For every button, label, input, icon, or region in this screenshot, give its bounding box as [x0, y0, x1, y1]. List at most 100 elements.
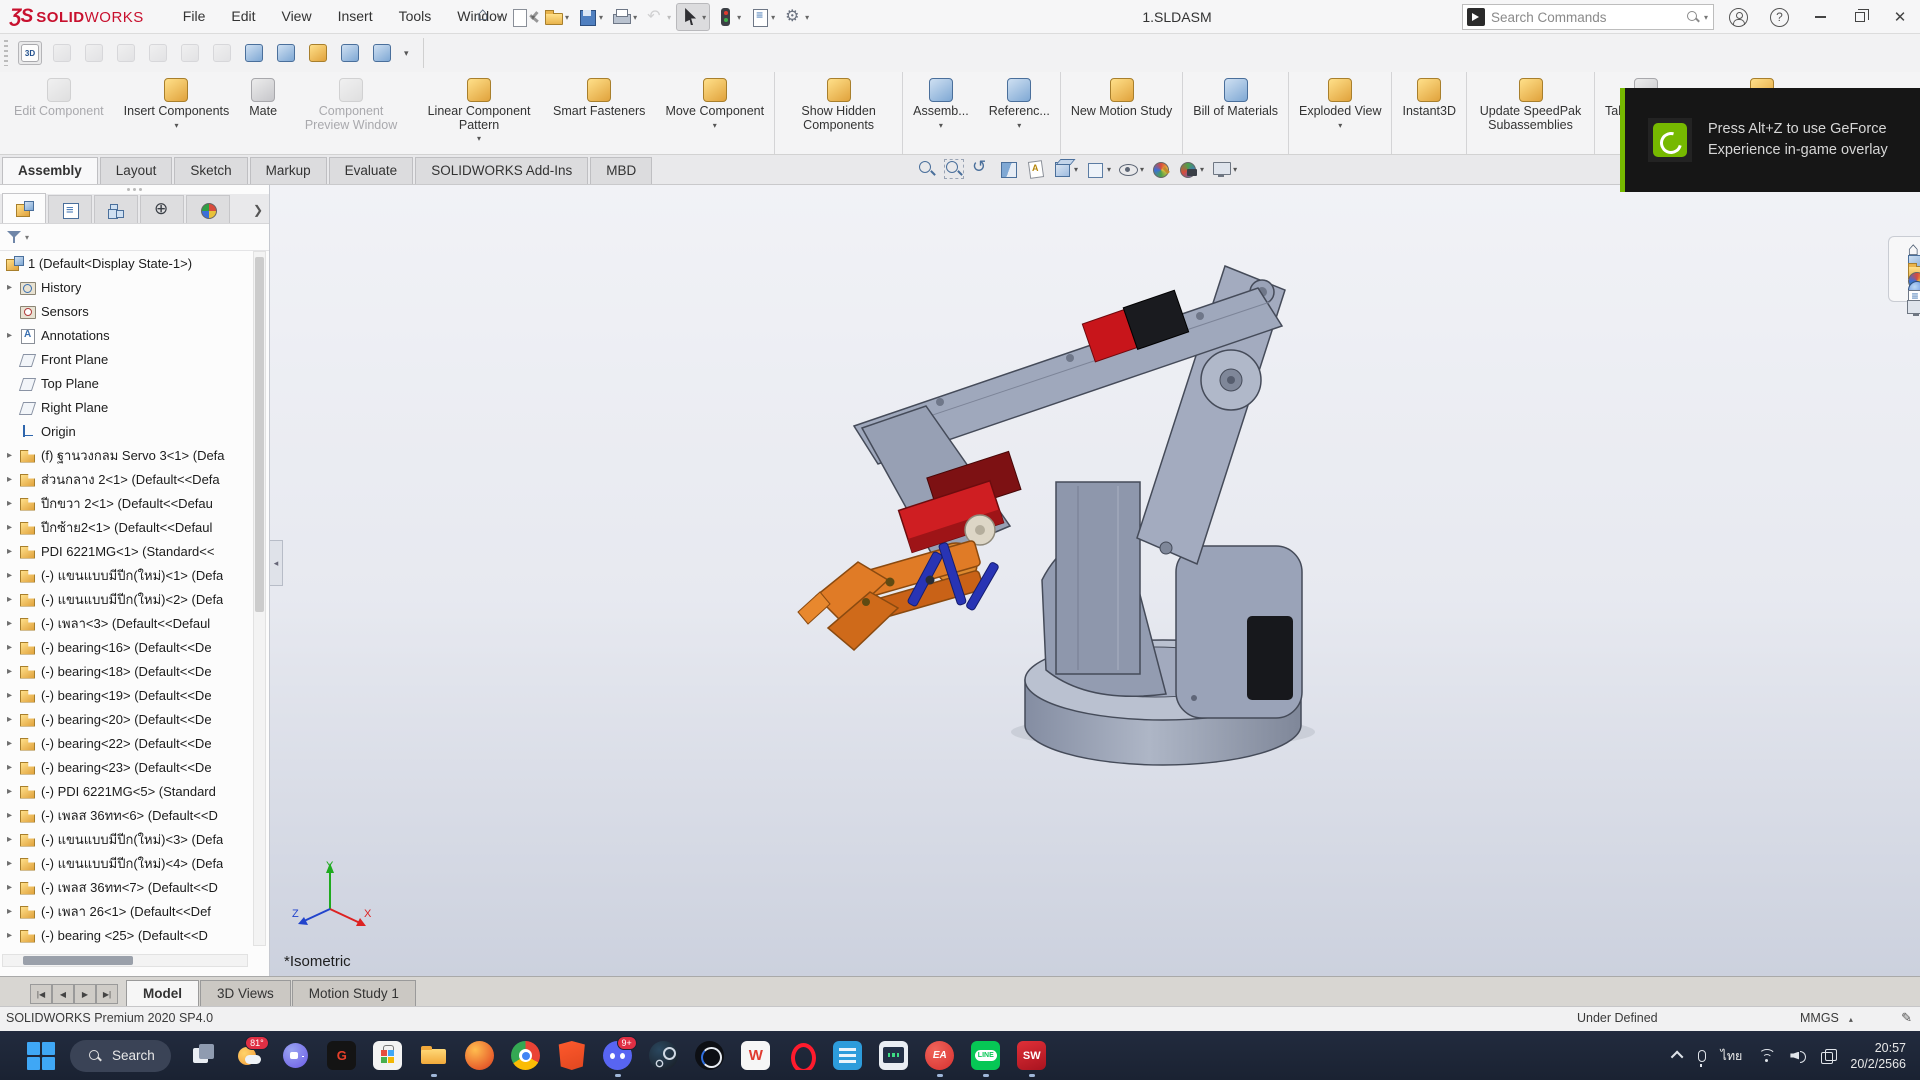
- tree-item[interactable]: ▸ (-) bearing<23> (Default<<De: [0, 755, 250, 779]
- expand-arrow-icon[interactable]: ▸: [7, 474, 19, 485]
- line[interactable]: LINE: [963, 1033, 1009, 1079]
- select-button[interactable]: ▾: [676, 3, 710, 31]
- snip-layers-icon[interactable]: [1821, 1049, 1835, 1063]
- toolbar-grip[interactable]: [4, 40, 8, 66]
- ribbon-button[interactable]: Assemb... ▾: [902, 72, 979, 154]
- new-document-button[interactable]: ▾: [506, 4, 538, 30]
- first-tab-button[interactable]: |◀: [30, 984, 52, 1004]
- home-button[interactable]: ▾: [472, 4, 504, 30]
- dropdown-caret-icon[interactable]: ▾: [939, 121, 943, 130]
- file-explorer[interactable]: [411, 1033, 457, 1079]
- expand-arrow-icon[interactable]: ▸: [7, 666, 19, 677]
- expand-arrow-icon[interactable]: ▸: [7, 690, 19, 701]
- tool-12[interactable]: [370, 41, 394, 65]
- dropdown-caret-icon[interactable]: ▾: [599, 13, 603, 22]
- expand-arrow-icon[interactable]: ▸: [7, 642, 19, 653]
- dropdown-caret-icon[interactable]: ▾: [737, 13, 741, 22]
- notepad[interactable]: [825, 1033, 871, 1079]
- previous-view[interactable]: ▾: [969, 157, 993, 181]
- dropdown-caret-icon[interactable]: ▾: [702, 13, 706, 22]
- dropdown-caret-icon[interactable]: ▾: [805, 13, 809, 22]
- toolbar-overflow-caret-icon[interactable]: ▾: [404, 48, 409, 59]
- ribbon-button[interactable]: Referenc... ▾: [979, 72, 1060, 154]
- tree-item[interactable]: ▸ (-) bearing <25> (Default<<D: [0, 923, 250, 946]
- display-style[interactable]: ▾: [1083, 157, 1113, 181]
- garena[interactable]: G: [319, 1033, 365, 1079]
- open-button[interactable]: ▾: [540, 4, 572, 30]
- apply-scene[interactable]: ▾: [1176, 157, 1206, 181]
- tree-item[interactable]: ▸ History: [0, 275, 250, 299]
- featuremanager-tab[interactable]: [2, 193, 46, 223]
- dropdown-caret-icon[interactable]: ▾: [497, 13, 501, 22]
- tree-item[interactable]: ▸ Front Plane: [0, 347, 250, 371]
- dropdown-caret-icon[interactable]: ▾: [531, 13, 535, 22]
- discord[interactable]: 9+: [595, 1033, 641, 1079]
- dropdown-caret-icon[interactable]: ▾: [477, 134, 481, 143]
- solidworks[interactable]: SW: [1009, 1033, 1055, 1079]
- tree-item[interactable]: ▸ ปีกขวา 2<1> (Default<<Defau: [0, 491, 250, 515]
- tree-root-item[interactable]: 1 (Default<Display State-1>): [0, 251, 250, 275]
- tree-horizontal-scrollbar[interactable]: [2, 954, 248, 967]
- tree-item[interactable]: ▸ Top Plane: [0, 371, 250, 395]
- dropdown-caret-icon[interactable]: ▾: [1338, 121, 1342, 130]
- ribbon-button[interactable]: Bill of Materials ▾: [1182, 72, 1288, 154]
- expand-arrow-icon[interactable]: ▸: [7, 570, 19, 581]
- displaymanager-tab[interactable]: [186, 195, 230, 223]
- expand-arrow-icon[interactable]: ▸: [7, 906, 19, 917]
- expand-arrow-icon[interactable]: ▸: [7, 594, 19, 605]
- ribbon-button[interactable]: Smart Fasteners ▾: [543, 72, 655, 154]
- tree-item[interactable]: ▸ (-) เพลส 36ทท<7> (Default<<D: [0, 875, 250, 899]
- tree-item[interactable]: ▸ (-) bearing<18> (Default<<De: [0, 659, 250, 683]
- graphics-viewport[interactable]: Y X Z *Isometric ◂: [270, 185, 1920, 976]
- tree-item[interactable]: ▸ Annotations: [0, 323, 250, 347]
- ribbon-tab[interactable]: Assembly: [2, 157, 98, 184]
- expand-arrow-icon[interactable]: ▸: [7, 714, 19, 725]
- chat[interactable]: [273, 1033, 319, 1079]
- dropdown-caret-icon[interactable]: ▾: [1017, 121, 1021, 130]
- ribbon-tab[interactable]: SOLIDWORKS Add-Ins: [415, 157, 588, 184]
- ribbon-tab[interactable]: Sketch: [174, 157, 247, 184]
- ribbon-button[interactable]: New Motion Study ▾: [1060, 72, 1182, 154]
- zoom-to-area[interactable]: ▾: [942, 157, 966, 181]
- expand-arrow-icon[interactable]: ▸: [7, 810, 19, 821]
- tree-item[interactable]: ▸ (-) เพลา<3> (Default<<Defaul: [0, 611, 250, 635]
- task-view[interactable]: [181, 1033, 227, 1079]
- tree-item[interactable]: ▸ (-) bearing<22> (Default<<De: [0, 731, 250, 755]
- ribbon-button[interactable]: Move Component ▾: [655, 72, 774, 154]
- microphone-icon[interactable]: [1698, 1050, 1706, 1062]
- save-button[interactable]: ▾: [574, 4, 606, 30]
- dropdown-caret-icon[interactable]: ▾: [174, 121, 178, 130]
- dropdown-caret-icon[interactable]: ▾: [771, 13, 775, 22]
- scrollbar-thumb[interactable]: [255, 257, 264, 612]
- ribbon-button[interactable]: Linear Component Pattern ▾: [415, 72, 543, 154]
- wps-office[interactable]: W: [733, 1033, 779, 1079]
- last-tab-button[interactable]: ▶|: [96, 984, 118, 1004]
- tree-item[interactable]: ▸ ปีกซ้าย2<1> (Default<<Defaul: [0, 515, 250, 539]
- ribbon-button[interactable]: Show Hidden Components ▾: [774, 72, 902, 154]
- expand-arrow-icon[interactable]: ▸: [7, 834, 19, 845]
- ribbon-button[interactable]: Instant3D ▾: [1391, 72, 1466, 154]
- filter-icon[interactable]: [6, 229, 22, 245]
- tree-item[interactable]: ▸ (-) แขนแบบมีปีก(ใหม่)<4> (Defa: [0, 851, 250, 875]
- ribbon-tab[interactable]: Layout: [100, 157, 173, 184]
- ribbon-tab[interactable]: MBD: [590, 157, 652, 184]
- tree-item[interactable]: ▸ (-) แขนแบบมีปีก(ใหม่)<2> (Defa: [0, 587, 250, 611]
- ea[interactable]: EA: [917, 1033, 963, 1079]
- tool-9[interactable]: [274, 41, 298, 65]
- dark-circle-app[interactable]: [687, 1033, 733, 1079]
- dropdown-caret-icon[interactable]: ▾: [1233, 165, 1237, 174]
- expand-arrow-icon[interactable]: ▸: [7, 762, 19, 773]
- tree-item[interactable]: ▸ Sensors: [0, 299, 250, 323]
- dropdown-caret-icon[interactable]: ▾: [1200, 165, 1204, 174]
- firefox[interactable]: [457, 1033, 503, 1079]
- expand-arrow-icon[interactable]: ▸: [7, 330, 19, 341]
- expand-arrow-icon[interactable]: ▸: [7, 450, 19, 461]
- dropdown-caret-icon[interactable]: ▾: [1107, 165, 1111, 174]
- minimize-button[interactable]: [1800, 1, 1840, 34]
- configurationmanager-tab[interactable]: [94, 195, 138, 223]
- tree-item[interactable]: ▸ (-) bearing<20> (Default<<De: [0, 707, 250, 731]
- ribbon-button[interactable]: Edit Component ▾: [4, 72, 114, 154]
- weather[interactable]: 81°: [227, 1033, 273, 1079]
- taskbar-search[interactable]: Search: [70, 1040, 171, 1072]
- units-selector[interactable]: MMGS▴: [1800, 1011, 1853, 1025]
